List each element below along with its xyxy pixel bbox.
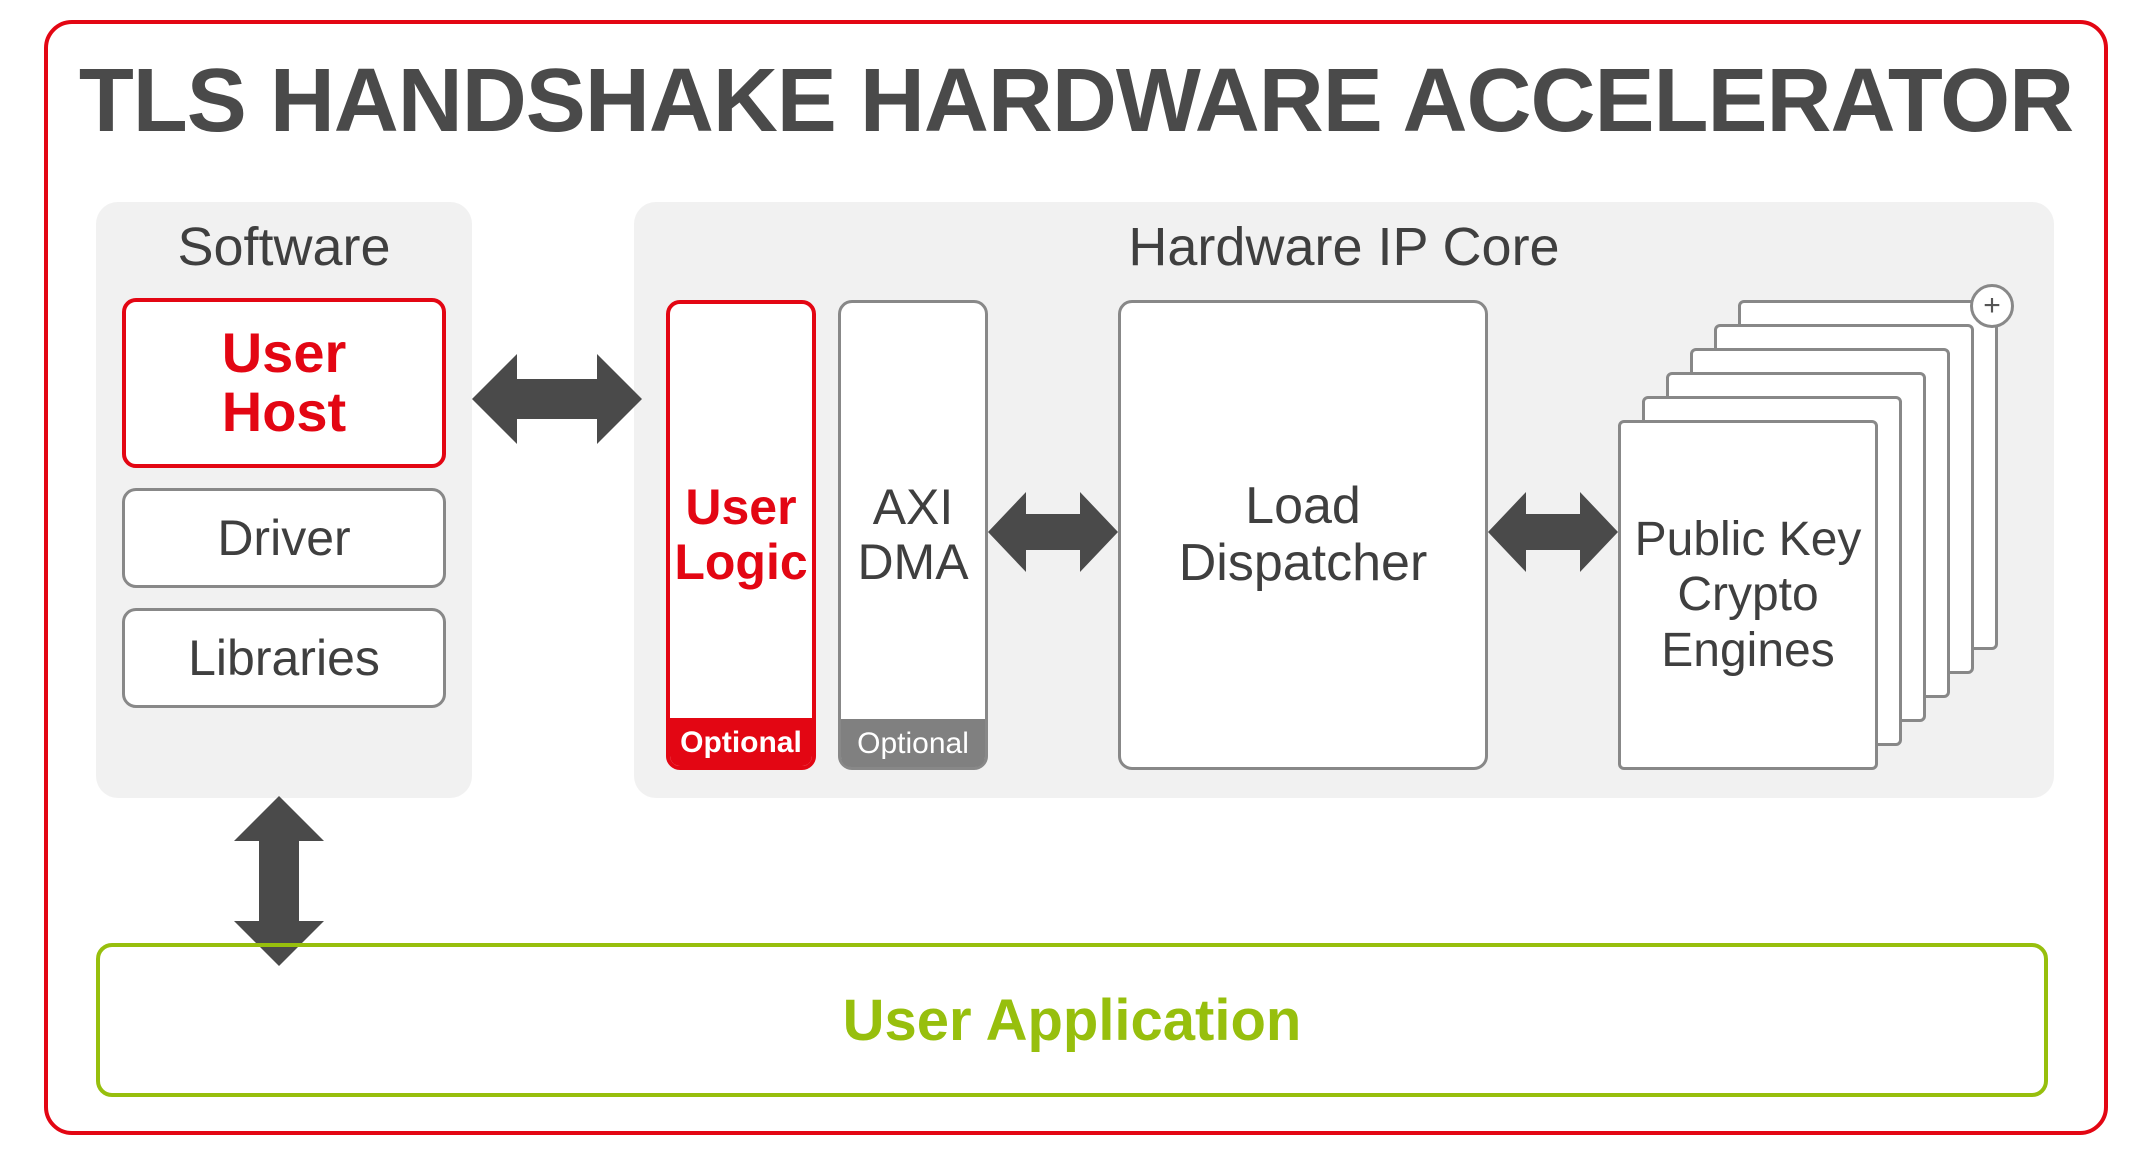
user-logic-optional-text: Optional	[680, 726, 802, 759]
plus-text: +	[1983, 289, 2001, 323]
software-label: Software	[96, 216, 472, 278]
arrow-load-crypto-icon	[1488, 484, 1618, 580]
user-host-box: User Host	[122, 298, 446, 468]
user-logic-text: User Logic	[674, 480, 807, 590]
user-logic-optional-badge: Optional	[670, 718, 812, 766]
plus-icon: +	[1970, 284, 2014, 328]
hardware-panel: Hardware IP Core User Logic Optional AXI…	[634, 202, 2054, 798]
load-dispatcher-box: Load Dispatcher	[1118, 300, 1488, 770]
hardware-label: Hardware IP Core	[634, 216, 2054, 278]
axi-dma-optional-badge: Optional	[841, 719, 985, 767]
diagram-title: TLS HANDSHAKE HARDWARE ACCELERATOR	[48, 50, 2104, 153]
user-application-box: User Application	[96, 943, 2048, 1097]
crypto-engines-text: Public Key Crypto Engines	[1635, 512, 1862, 678]
axi-dma-text: AXI DMA	[857, 480, 968, 590]
crypto-card-front: Public Key Crypto Engines	[1618, 420, 1878, 770]
arrow-software-hardware-icon	[472, 344, 642, 454]
driver-text: Driver	[217, 509, 350, 567]
load-dispatcher-text: Load Dispatcher	[1179, 478, 1428, 592]
diagram-frame: TLS HANDSHAKE HARDWARE ACCELERATOR Softw…	[44, 20, 2108, 1135]
axi-dma-box: AXI DMA Optional	[838, 300, 988, 770]
user-application-text: User Application	[843, 987, 1302, 1054]
driver-box: Driver	[122, 488, 446, 588]
user-logic-main: User Logic	[670, 304, 812, 766]
axi-dma-optional-text: Optional	[857, 727, 969, 760]
arrow-axi-load-icon	[988, 484, 1118, 580]
libraries-box: Libraries	[122, 608, 446, 708]
software-stack: User Host Driver Libraries	[96, 298, 472, 708]
user-host-text: User Host	[222, 324, 347, 442]
software-panel: Software User Host Driver Libraries	[96, 202, 472, 798]
arrow-software-userapp-icon	[224, 796, 334, 966]
axi-dma-main: AXI DMA	[841, 303, 985, 767]
libraries-text: Libraries	[188, 629, 380, 687]
hardware-row: User Logic Optional AXI DMA Optional Loa…	[666, 300, 2022, 770]
user-logic-box: User Logic Optional	[666, 300, 816, 770]
crypto-engines-stack: Public Key Crypto Engines +	[1618, 300, 1998, 770]
